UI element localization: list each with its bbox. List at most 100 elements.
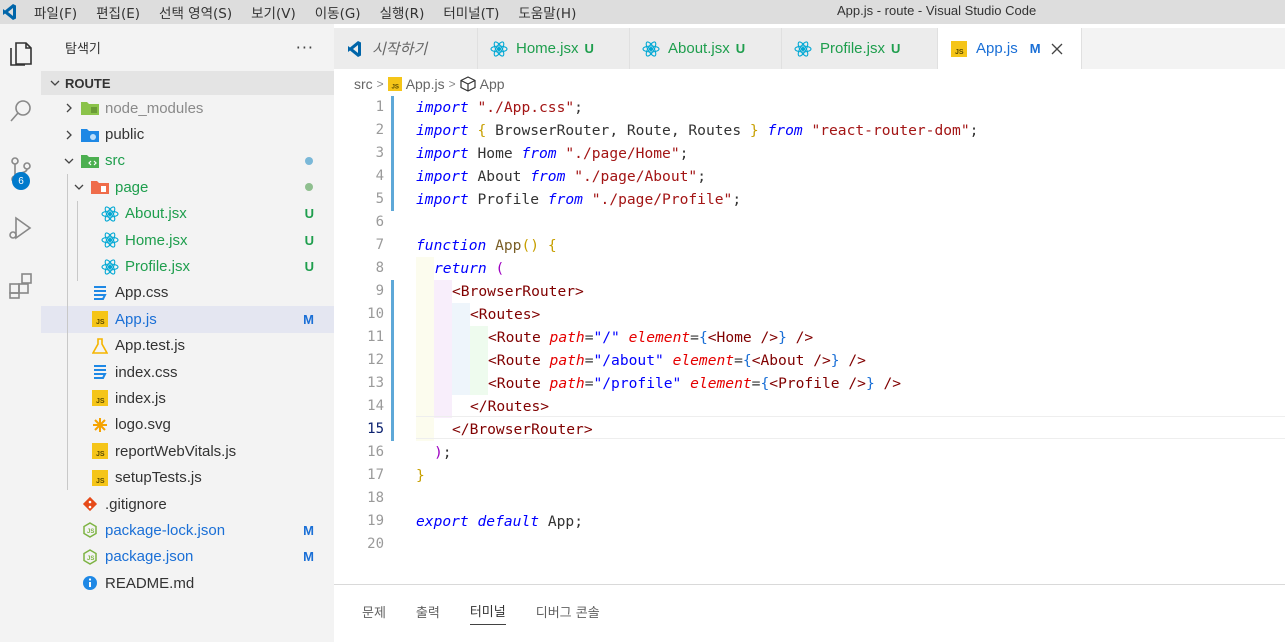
tree-item-index-css[interactable]: index.css [41, 359, 334, 385]
breadcrumb-item-file[interactable]: App.js [406, 76, 445, 92]
tab-debug-console[interactable]: 디버그 콘솔 [536, 597, 600, 625]
token-bracket: ) [530, 237, 540, 254]
tree-item-logo-svg[interactable]: logo.svg [41, 412, 334, 438]
line-number: 16 [367, 444, 384, 460]
token-string: "/about" [593, 352, 664, 369]
breadcrumb-item-symbol[interactable]: App [480, 76, 505, 92]
token-bracket: } [778, 329, 787, 346]
menu-terminal[interactable]: 터미널(T) [443, 2, 499, 22]
token: ; [574, 99, 583, 116]
token: /> [839, 375, 866, 392]
line-number: 5 [375, 191, 384, 207]
tree-item-readme-md[interactable]: README.md [41, 570, 334, 596]
tree-indent-guide [77, 201, 78, 281]
token-tag: Routes [487, 398, 541, 415]
line-number: 13 [367, 375, 384, 391]
token: Profile [468, 191, 548, 208]
tree-item-page[interactable]: page [41, 174, 334, 200]
chevron-right-icon [61, 127, 77, 143]
modified-lines-gutter [391, 96, 394, 211]
tree-item-package-json[interactable]: JS package.json M [41, 544, 334, 570]
svg-text:JS: JS [96, 478, 105, 485]
code-line-8: return ( [434, 257, 504, 280]
tree-item-app-js[interactable]: JS App.js M [41, 306, 334, 333]
tree-item-setup-tests-js[interactable]: JS setupTests.js [41, 464, 334, 490]
menu-help[interactable]: 도움말(H) [518, 2, 576, 22]
tab-welcome[interactable]: 시작하기 [334, 28, 478, 69]
search-icon[interactable] [0, 90, 41, 134]
tab-output[interactable]: 출력 [416, 597, 440, 625]
line-number: 10 [367, 306, 384, 322]
token-string: "./page/About" [574, 168, 698, 185]
token-bracket: ) [434, 444, 443, 461]
run-debug-icon[interactable] [0, 206, 41, 250]
breadcrumb-item-src[interactable]: src [354, 76, 373, 92]
token: < [488, 329, 497, 346]
more-actions-icon[interactable]: ··· [296, 38, 314, 57]
root-folder-header[interactable]: ROUTE [41, 71, 334, 95]
menu-selection[interactable]: 선택 영역(S) [159, 2, 232, 22]
tree-item-app-test-js[interactable]: App.test.js [41, 333, 334, 359]
folder-src-icon [81, 152, 99, 170]
token-bracket: } [830, 352, 840, 369]
token: < [707, 329, 717, 346]
js-file-icon: JS [91, 442, 109, 460]
tree-item-home-jsx[interactable]: Home.jsx U [41, 227, 334, 253]
line-number: 11 [367, 329, 384, 345]
token-attribute: element [690, 375, 752, 392]
js-file-icon: JS [91, 389, 109, 407]
menu-bar: 파일(F) 편집(E) 선택 영역(S) 보기(V) 이동(G) 실행(R) 터… [34, 2, 595, 22]
explorer-icon[interactable] [0, 32, 41, 76]
line-number: 20 [367, 536, 384, 552]
token-attribute: path [549, 329, 585, 346]
token: < [488, 375, 497, 392]
token-bracket: ( [495, 260, 505, 277]
tree-item-profile-jsx[interactable]: Profile.jsx U [41, 253, 334, 279]
untracked-badge: U [891, 41, 901, 56]
menu-go[interactable]: 이동(G) [315, 2, 361, 22]
line-number: 14 [367, 398, 384, 414]
tree-item-label: index.js [115, 389, 166, 407]
react-icon [490, 40, 508, 58]
token-bracket: { [742, 352, 752, 369]
tree-item-index-js[interactable]: JS index.js [41, 385, 334, 411]
tree-item-gitignore[interactable]: .gitignore [41, 491, 334, 517]
git-icon [81, 495, 99, 513]
explorer-sidebar: 탐색기 ··· ROUTE node_modules public src pa… [41, 24, 334, 642]
token: ; [697, 168, 706, 185]
tree-item-src[interactable]: src [41, 148, 334, 174]
chevron-down-icon [71, 179, 87, 195]
menu-view[interactable]: 보기(V) [251, 2, 296, 22]
tab-profile-jsx[interactable]: Profile.jsx U [782, 28, 938, 69]
line-number: 18 [367, 490, 384, 506]
editor-tabs: 시작하기 Home.jsx U About.jsx U Profile.jsx … [334, 28, 1285, 69]
token-tag: Route [496, 375, 541, 392]
tree-item-package-lock-json[interactable]: JS package-lock.json M [41, 517, 334, 543]
tab-home-jsx[interactable]: Home.jsx U [478, 28, 630, 69]
extensions-icon[interactable] [0, 264, 41, 308]
tab-about-jsx[interactable]: About.jsx U [630, 28, 782, 69]
close-icon[interactable] [1049, 41, 1065, 57]
tree-item-public[interactable]: public [41, 121, 334, 147]
vscode-logo-icon[interactable] [0, 0, 20, 24]
tab-terminal[interactable]: 터미널 [469, 597, 506, 625]
tree-item-report-web-vitals-js[interactable]: JS reportWebVitals.js [41, 438, 334, 464]
code-line-9: <BrowserRouter> [452, 280, 584, 303]
token: > [531, 306, 541, 323]
tree-item-about-jsx[interactable]: About.jsx U [41, 201, 334, 227]
token: ; [442, 444, 452, 461]
root-folder-label: ROUTE [65, 75, 111, 91]
menu-run[interactable]: 실행(R) [380, 2, 425, 22]
tab-app-js[interactable]: JS App.js M [938, 28, 1082, 69]
indent-shading [434, 280, 452, 418]
tree-item-app-css[interactable]: App.css [41, 280, 334, 306]
menu-edit[interactable]: 편집(E) [96, 2, 140, 22]
menu-file[interactable]: 파일(F) [34, 2, 77, 22]
tab-problems[interactable]: 문제 [362, 597, 386, 625]
tree-item-node-modules[interactable]: node_modules [41, 95, 334, 121]
tree-item-label: About.jsx [125, 205, 187, 223]
token: BrowserRouter, Route, Routes [486, 122, 750, 139]
code-editor[interactable]: 1 2 3 4 5 6 7 8 9 10 11 12 13 14 15 16 1… [334, 96, 1285, 584]
